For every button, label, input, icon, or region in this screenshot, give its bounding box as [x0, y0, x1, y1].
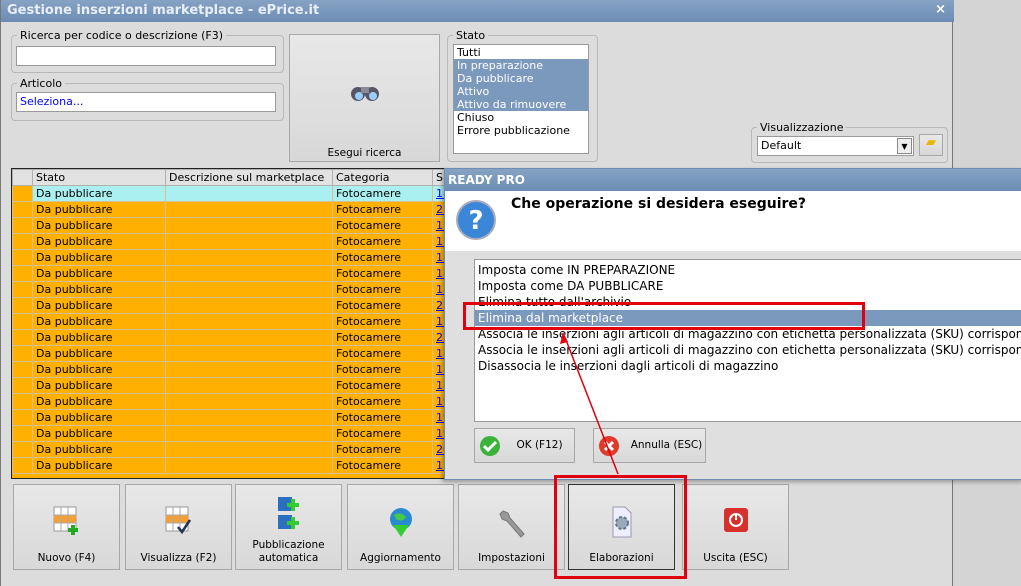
annotation-arrow: [560, 332, 619, 475]
